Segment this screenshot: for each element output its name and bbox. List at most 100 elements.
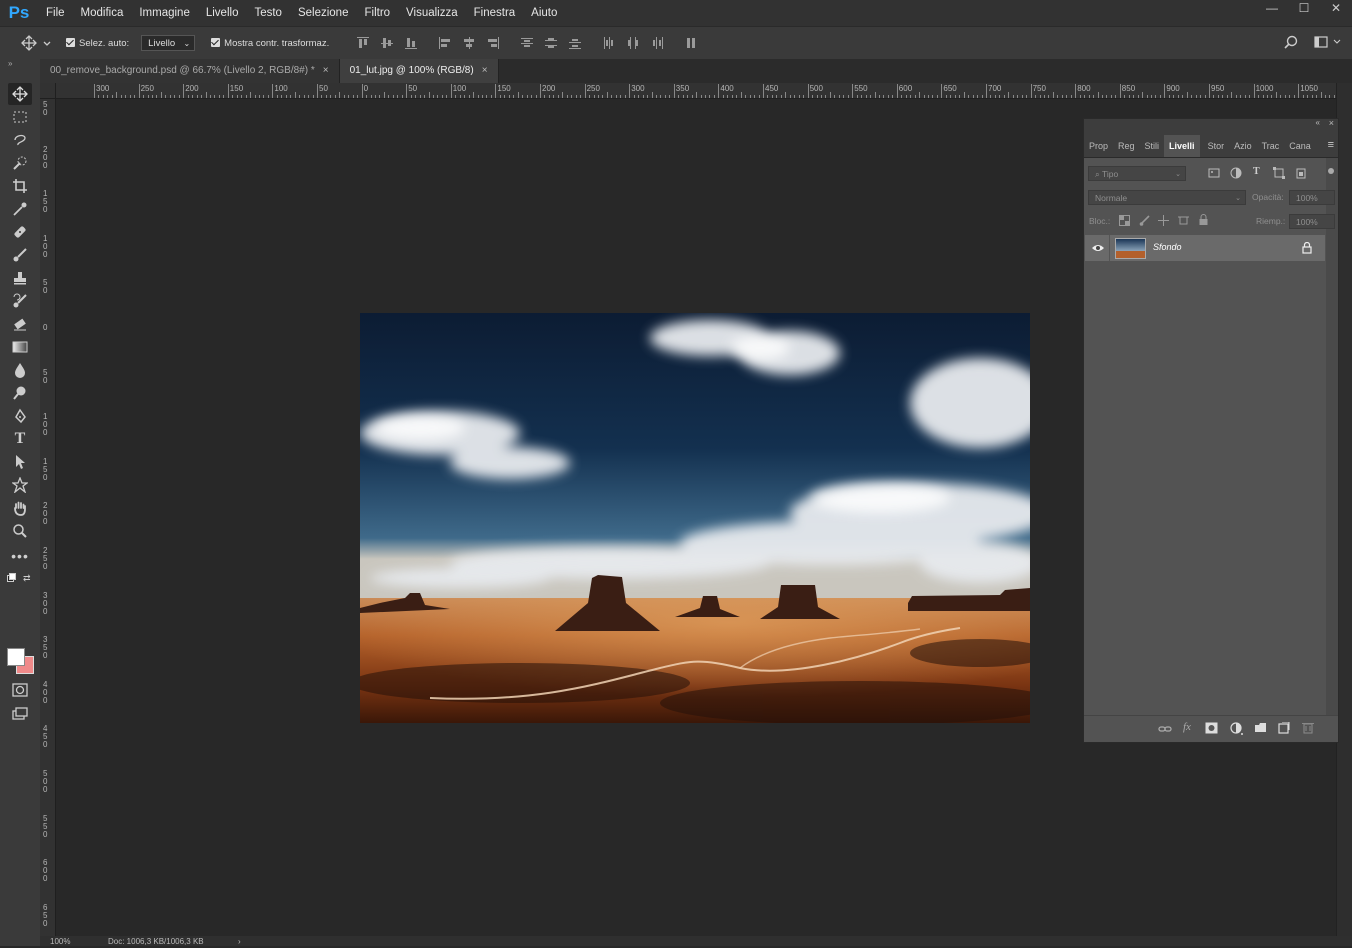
type-tool-icon[interactable]: T: [8, 428, 32, 450]
filter-type-icon[interactable]: T: [1253, 166, 1260, 177]
lasso-tool-icon[interactable]: [8, 129, 32, 151]
align-hcenter-icon[interactable]: [463, 37, 475, 49]
menu-visualizza[interactable]: Visualizza: [398, 0, 466, 26]
more-tools-icon[interactable]: •••: [8, 545, 32, 567]
quick-mask-icon[interactable]: [8, 679, 32, 701]
lock-image-icon[interactable]: [1139, 215, 1150, 226]
panel-scrollbar[interactable]: [1326, 158, 1338, 718]
filter-smart-object-icon[interactable]: [1295, 167, 1307, 179]
add-mask-icon[interactable]: [1205, 722, 1218, 734]
screen-mode-icon[interactable]: [8, 703, 32, 725]
new-group-icon[interactable]: [1254, 722, 1268, 734]
chevron-right-icon[interactable]: ›: [238, 936, 241, 948]
tab-properties[interactable]: Prop: [1084, 135, 1113, 157]
stamp-tool-icon[interactable]: [8, 267, 32, 289]
menu-filtro[interactable]: Filtro: [356, 0, 398, 26]
tab-styles[interactable]: Stili: [1140, 135, 1165, 157]
close-tab-icon[interactable]: ×: [323, 65, 329, 76]
link-layers-icon[interactable]: [1158, 723, 1172, 735]
tab-paths[interactable]: Trac: [1257, 135, 1285, 157]
gradient-tool-icon[interactable]: [8, 336, 32, 358]
menu-testo[interactable]: Testo: [246, 0, 290, 26]
align-vcenter-icon[interactable]: [381, 37, 394, 49]
path-selection-tool-icon[interactable]: [8, 451, 32, 473]
history-brush-tool-icon[interactable]: [8, 290, 32, 312]
foreground-color-swatch[interactable]: [7, 648, 25, 666]
menu-aiuto[interactable]: Aiuto: [523, 0, 565, 26]
ruler-origin[interactable]: [40, 83, 56, 99]
eraser-tool-icon[interactable]: [8, 313, 32, 335]
eyedropper-tool-icon[interactable]: [8, 198, 32, 220]
tab-history[interactable]: Stor: [1203, 135, 1230, 157]
menu-modifica[interactable]: Modifica: [73, 0, 132, 26]
filter-adjustment-icon[interactable]: [1230, 167, 1242, 179]
distribute-hcenter-icon[interactable]: [627, 37, 639, 49]
opacity-field[interactable]: 100%: [1289, 190, 1335, 205]
custom-shape-tool-icon[interactable]: [8, 474, 32, 496]
pen-tool-icon[interactable]: [8, 405, 32, 427]
distribute-right-icon[interactable]: [651, 37, 664, 49]
layer-name[interactable]: Sfondo: [1153, 242, 1182, 252]
blur-tool-icon[interactable]: [8, 359, 32, 381]
visibility-eye-icon[interactable]: [1092, 243, 1104, 253]
layer-filter-dropdown[interactable]: ⌕ Tipo ⌄: [1088, 166, 1186, 181]
close-panel-icon[interactable]: ×: [1329, 118, 1334, 128]
collapse-panel-icon[interactable]: «: [1316, 118, 1320, 127]
align-bottom-icon[interactable]: [405, 37, 418, 49]
filter-pixel-icon[interactable]: [1208, 167, 1220, 179]
quick-selection-tool-icon[interactable]: [8, 152, 32, 174]
collapse-toolbar-icon[interactable]: »: [8, 59, 12, 68]
workspace-icon[interactable]: [1314, 35, 1342, 49]
document-canvas[interactable]: [360, 313, 1030, 723]
lock-transparent-icon[interactable]: [1119, 215, 1130, 226]
auto-align-icon[interactable]: [685, 37, 697, 49]
distribute-vcenter-icon[interactable]: [545, 37, 558, 49]
blend-mode-dropdown[interactable]: Normale ⌄: [1088, 190, 1246, 205]
menu-selezione[interactable]: Selezione: [290, 0, 357, 26]
search-icon[interactable]: [1284, 35, 1298, 49]
fx-icon[interactable]: fx: [1183, 721, 1191, 733]
menu-file[interactable]: File: [38, 0, 73, 26]
move-tool-icon[interactable]: [8, 83, 32, 105]
zoom-tool-icon[interactable]: [8, 520, 32, 542]
distribute-bottom-icon[interactable]: [569, 37, 582, 49]
filter-shape-icon[interactable]: [1273, 167, 1285, 179]
move-tool-preset-icon[interactable]: [18, 33, 58, 53]
layer-row[interactable]: Sfondo: [1085, 235, 1325, 261]
auto-select-dropdown[interactable]: Livello ⌄: [141, 35, 196, 51]
maximize-button[interactable]: ☐: [1288, 0, 1320, 18]
healing-brush-tool-icon[interactable]: [8, 221, 32, 243]
hand-tool-icon[interactable]: [8, 497, 32, 519]
new-adjustment-icon[interactable]: [1230, 722, 1244, 736]
show-transform-checkbox[interactable]: [211, 37, 224, 49]
tab-lut[interactable]: 01_lut.jpg @ 100% (RGB/8) ×: [339, 59, 499, 83]
swap-colors-icon[interactable]: ⇄: [23, 573, 31, 584]
align-top-icon[interactable]: [357, 37, 370, 49]
menu-finestra[interactable]: Finestra: [466, 0, 524, 26]
panel-menu-icon[interactable]: ≡: [1328, 135, 1334, 157]
close-window-button[interactable]: ✕: [1320, 0, 1352, 18]
distribute-top-icon[interactable]: [521, 37, 534, 49]
close-tab-icon[interactable]: ×: [482, 65, 488, 76]
menu-livello[interactable]: Livello: [198, 0, 247, 26]
filter-toggle-icon[interactable]: [1328, 168, 1334, 174]
marquee-tool-icon[interactable]: [8, 106, 32, 128]
lock-position-icon[interactable]: [1158, 215, 1169, 226]
minimize-button[interactable]: —: [1256, 0, 1288, 18]
lock-artboard-icon[interactable]: [1178, 215, 1189, 226]
dodge-tool-icon[interactable]: [8, 382, 32, 404]
zoom-level[interactable]: 100%: [50, 936, 70, 948]
tab-actions[interactable]: Azio: [1229, 135, 1257, 157]
menu-immagine[interactable]: Immagine: [131, 0, 198, 26]
lock-all-icon[interactable]: [1198, 214, 1209, 226]
crop-tool-icon[interactable]: [8, 175, 32, 197]
distribute-left-icon[interactable]: [603, 37, 615, 49]
tab-channels[interactable]: Cana: [1284, 135, 1316, 157]
default-colors-icon[interactable]: [7, 573, 16, 582]
auto-select-checkbox[interactable]: [66, 37, 79, 49]
align-left-icon[interactable]: [439, 37, 451, 49]
new-layer-icon[interactable]: [1278, 722, 1290, 734]
delete-layer-icon[interactable]: [1302, 721, 1314, 734]
fill-field[interactable]: 100%: [1289, 214, 1335, 229]
tab-layers[interactable]: Livelli: [1164, 135, 1200, 157]
